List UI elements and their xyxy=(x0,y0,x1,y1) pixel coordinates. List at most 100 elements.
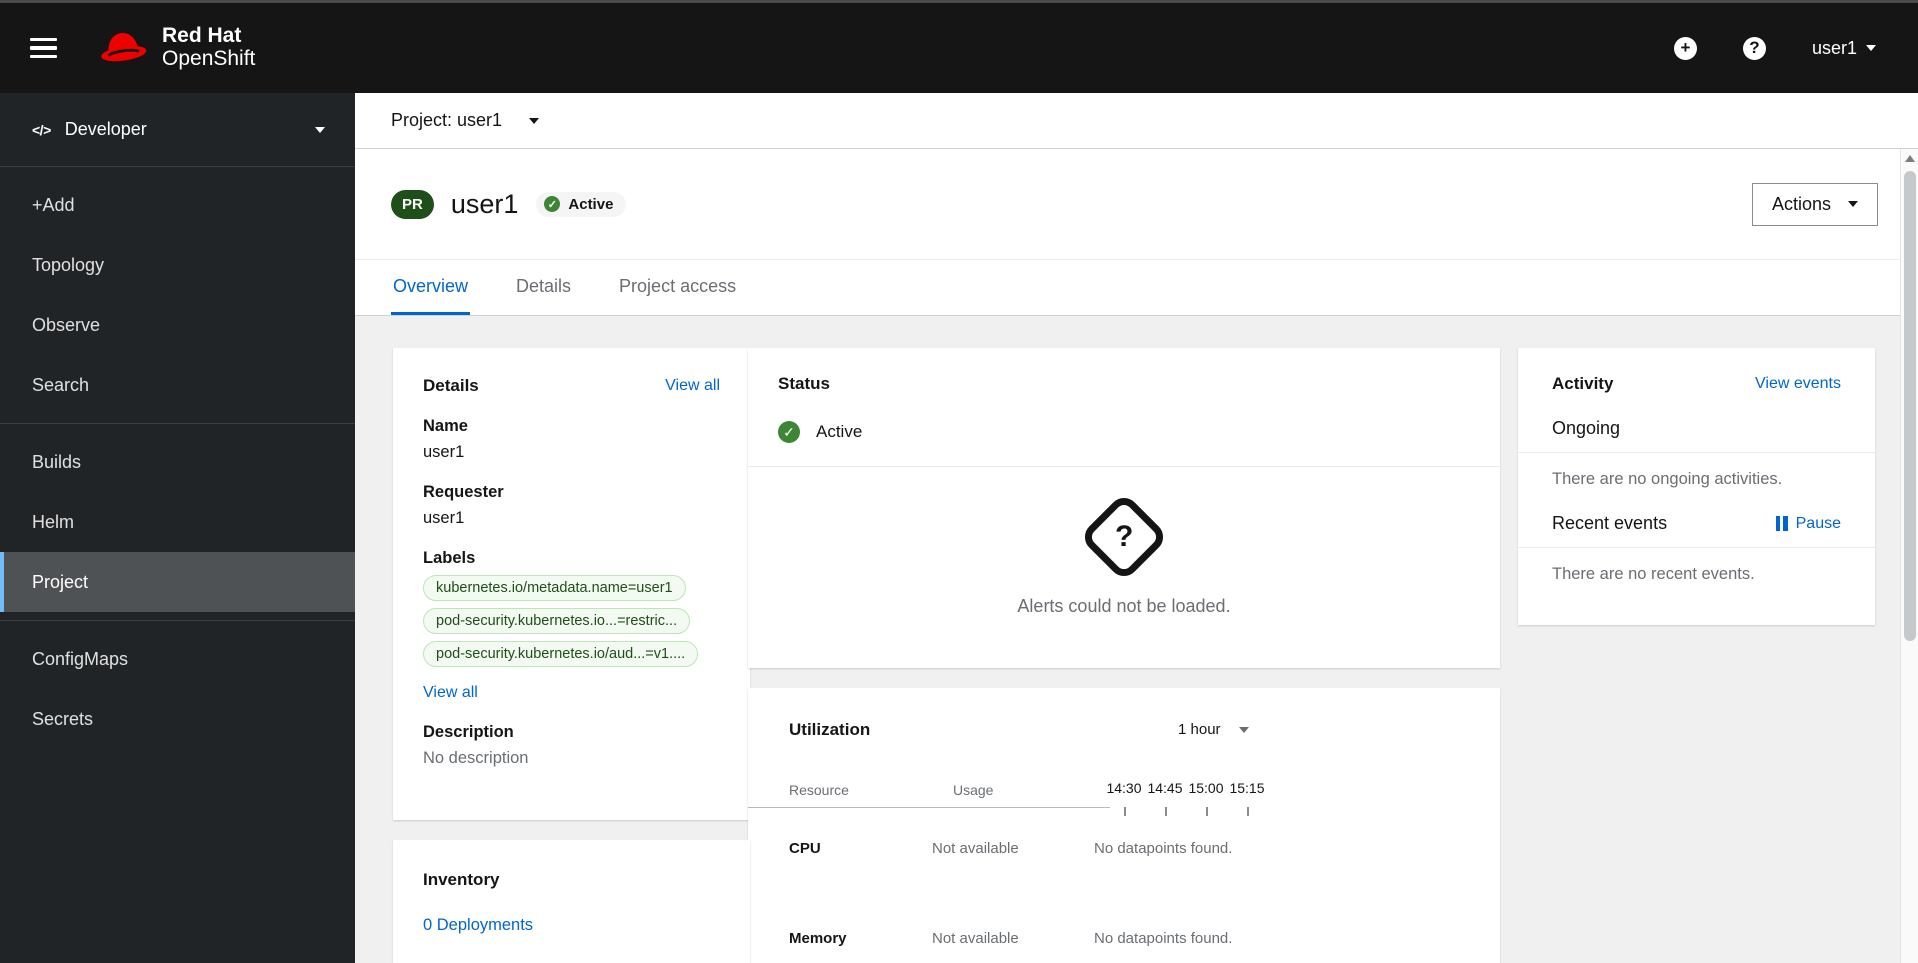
nav-section-3: ConfigMaps Secrets xyxy=(0,620,355,757)
memory-row-label: Memory xyxy=(789,930,847,947)
deployments-count-link[interactable]: 0 Deployments xyxy=(423,916,720,935)
sidebar-item-builds[interactable]: Builds xyxy=(0,432,355,492)
details-card-title: Details xyxy=(423,376,479,395)
recent-events-empty-message: There are no recent events. xyxy=(1552,565,1755,583)
user-menu[interactable]: user1 xyxy=(1812,38,1876,59)
sidebar-item-search[interactable]: Search xyxy=(0,355,355,415)
label-chip[interactable]: pod-security.kubernetes.io/aud...=v1.... xyxy=(423,641,699,667)
status-card-title: Status xyxy=(778,374,830,393)
details-card: Details View all Name user1 Requester us… xyxy=(393,348,750,820)
memory-row-usage: Not available xyxy=(932,930,1019,947)
tab-overview[interactable]: Overview xyxy=(391,260,471,315)
vertical-scrollbar[interactable] xyxy=(1900,149,1918,963)
activity-card-header: Activity View events xyxy=(1552,374,1841,394)
cpu-row-message: No datapoints found. xyxy=(1094,840,1233,857)
nav-section-1: +Add Topology Observe Search xyxy=(0,167,355,423)
cpu-row-usage: Not available xyxy=(932,840,1019,857)
status-row: ✓ Active xyxy=(778,421,1470,443)
brand-text: Red Hat OpenShift xyxy=(162,25,255,70)
caret-down-icon xyxy=(315,126,325,133)
ongoing-empty-message: There are no ongoing activities. xyxy=(1552,470,1783,488)
main-area: Project: user1 PR user1 ✓ Active Actions… xyxy=(355,93,1918,963)
pause-label: Pause xyxy=(1795,514,1841,532)
duration-dropdown[interactable]: 1 hour xyxy=(1178,721,1249,738)
requester-field-label: Requester xyxy=(423,483,504,501)
view-events-link[interactable]: View events xyxy=(1755,375,1841,393)
caret-down-icon xyxy=(1848,201,1858,207)
masthead-toolbar: + ? user1 xyxy=(1673,36,1876,60)
sidebar-item-helm[interactable]: Helm xyxy=(0,492,355,552)
tab-project-access[interactable]: Project access xyxy=(617,260,738,315)
time-tick-label: 15:15 xyxy=(1229,780,1265,796)
divider xyxy=(748,466,1500,467)
requester-field-value: user1 xyxy=(423,509,465,527)
project-selector[interactable]: Project: user1 xyxy=(355,93,1918,149)
table-header-divider xyxy=(748,807,1110,808)
status-badge: ✓ Active xyxy=(536,191,627,217)
user-menu-label: user1 xyxy=(1811,37,1857,58)
sidebar-item-observe[interactable]: Observe xyxy=(0,295,355,355)
ongoing-label: Ongoing xyxy=(1552,418,1621,438)
page-header: PR user1 ✓ Active Actions xyxy=(355,149,1918,260)
nav-section-2: Builds Helm Project xyxy=(0,423,355,620)
code-icon: </> xyxy=(32,121,51,138)
sidebar-item-topology[interactable]: Topology xyxy=(0,235,355,295)
pause-icon xyxy=(1775,516,1788,531)
details-view-all-link[interactable]: View all xyxy=(665,377,720,395)
unknown-alerts-icon: ? xyxy=(1078,491,1170,583)
tab-bar: Overview Details Project access xyxy=(355,260,1918,316)
axis-tick xyxy=(1206,807,1208,816)
actions-dropdown-button[interactable]: Actions xyxy=(1751,182,1878,226)
divider xyxy=(1518,452,1875,453)
redhat-fedora-icon xyxy=(97,26,149,71)
duration-label: 1 hour xyxy=(1178,721,1221,738)
overview-content: Details View all Name user1 Requester us… xyxy=(355,316,1918,963)
activity-card: Activity View events Ongoing There are n… xyxy=(1518,348,1875,625)
sidebar-item-add[interactable]: +Add xyxy=(0,175,355,235)
axis-tick xyxy=(1165,807,1167,816)
brand-line2: OpenShift xyxy=(162,47,256,70)
help-icon[interactable]: ? xyxy=(1742,36,1766,60)
scrollbar-up-arrow-icon[interactable] xyxy=(1905,155,1915,162)
cpu-row-label: CPU xyxy=(789,840,821,857)
alerts-message: Alerts could not be loaded. xyxy=(1017,596,1231,616)
axis-tick xyxy=(1247,807,1249,816)
utilization-card: Utilization 1 hour Resource Usage 14:30 … xyxy=(748,688,1500,963)
menu-toggle-icon[interactable] xyxy=(30,37,57,59)
labels-view-all-link[interactable]: View all xyxy=(423,684,478,701)
inventory-card-title: Inventory xyxy=(423,870,500,889)
masthead: Red Hat OpenShift + ? user1 xyxy=(0,0,1918,93)
utilization-card-title: Utilization xyxy=(789,720,871,739)
details-card-header: Details View all xyxy=(423,376,720,396)
sidebar-item-project[interactable]: Project xyxy=(0,552,355,612)
name-field-label: Name xyxy=(423,417,468,435)
scrollbar-thumb[interactable] xyxy=(1903,171,1916,641)
label-chip[interactable]: pod-security.kubernetes.io...=restric... xyxy=(423,608,691,634)
status-card: Status ✓ Active ? Alerts could not be lo… xyxy=(748,348,1500,668)
add-plus-circle-icon[interactable]: + xyxy=(1673,36,1697,60)
tab-details[interactable]: Details xyxy=(514,260,573,315)
description-field-value: No description xyxy=(423,749,529,767)
perspective-switcher[interactable]: </> Developer xyxy=(0,93,355,167)
recent-events-section-header: Recent events Pause xyxy=(1552,513,1841,534)
alerts-empty-state: ? Alerts could not be loaded. xyxy=(778,491,1470,617)
page-title: user1 xyxy=(450,188,519,219)
sidebar-nav: </> Developer +Add Topology Observe Sear… xyxy=(0,93,355,963)
check-circle-icon: ✓ xyxy=(544,196,561,212)
sidebar-item-configmaps[interactable]: ConfigMaps xyxy=(0,629,355,689)
usage-column-header: Usage xyxy=(953,782,994,798)
sidebar-item-secrets[interactable]: Secrets xyxy=(0,689,355,749)
activity-card-title: Activity xyxy=(1552,374,1614,393)
openshift-console: Red Hat OpenShift + ? user1 </> Develope… xyxy=(0,0,1918,963)
project-selector-label: Project: user1 xyxy=(391,110,503,130)
status-badge-label: Active xyxy=(568,195,614,213)
actions-label: Actions xyxy=(1771,193,1831,214)
memory-row-message: No datapoints found. xyxy=(1094,930,1233,947)
caret-down-icon xyxy=(1238,726,1249,733)
pause-button[interactable]: Pause xyxy=(1775,514,1841,533)
status-active-label: Active xyxy=(816,422,863,441)
recent-events-label: Recent events xyxy=(1552,513,1668,533)
label-chip[interactable]: kubernetes.io/metadata.name=user1 xyxy=(423,575,686,601)
caret-down-icon xyxy=(1866,45,1876,51)
axis-tick xyxy=(1124,807,1126,816)
